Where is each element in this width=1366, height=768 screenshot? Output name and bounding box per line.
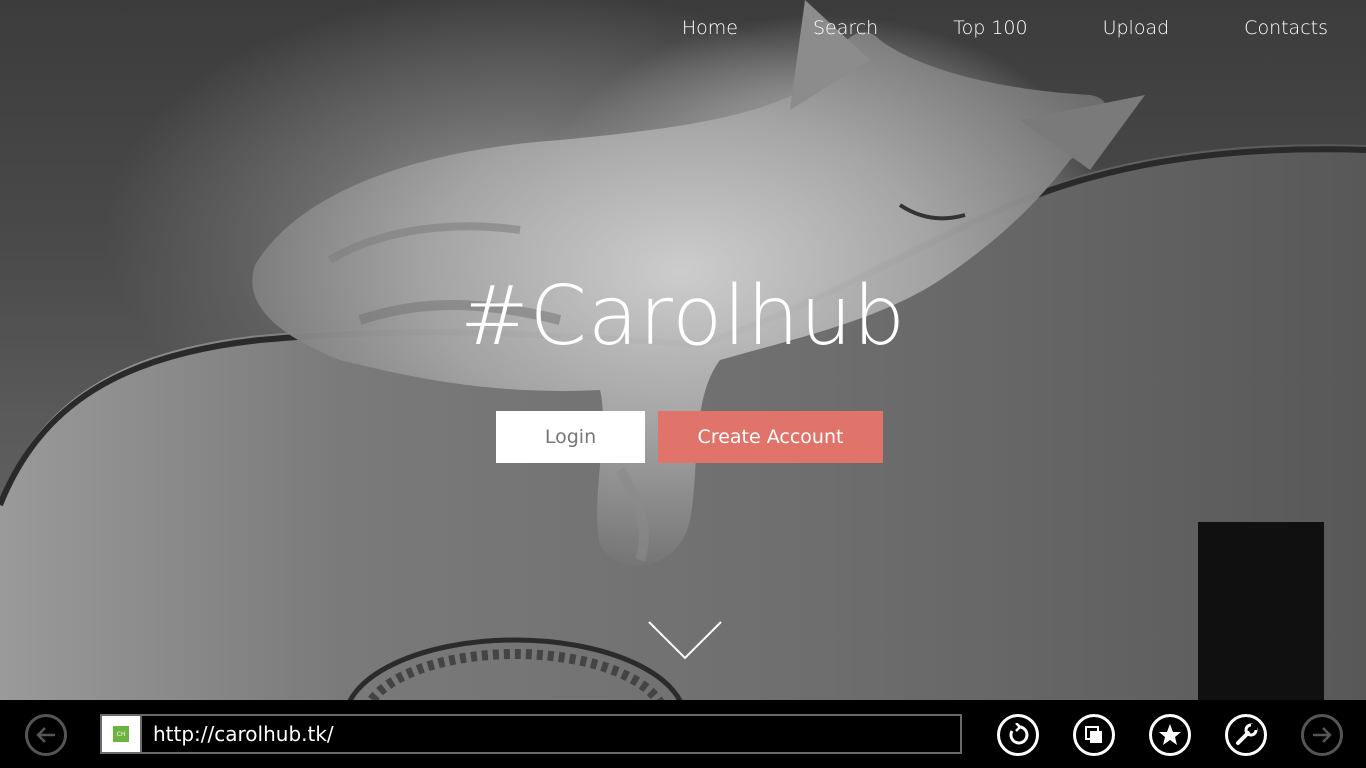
hero-actions: Login Create Account (496, 411, 883, 463)
browser-app-bar: CH (0, 700, 1366, 768)
nav-search[interactable]: Search (738, 14, 878, 42)
nav-upload[interactable]: Upload (1028, 14, 1170, 42)
create-account-button[interactable]: Create Account (658, 411, 883, 463)
favorites-icon (1159, 724, 1181, 745)
scroll-down-chevron-icon[interactable] (647, 620, 723, 662)
forward-icon (1313, 727, 1332, 743)
site-favicon-icon: CH (113, 726, 129, 742)
nav-home[interactable]: Home (607, 14, 738, 42)
tabs-button[interactable] (1073, 714, 1115, 756)
login-button[interactable]: Login (496, 411, 645, 463)
refresh-icon (1009, 723, 1029, 745)
tools-button[interactable] (1225, 714, 1267, 756)
refresh-button[interactable] (997, 714, 1039, 756)
forward-button[interactable] (1301, 714, 1343, 756)
address-bar: CH (100, 714, 962, 754)
nav-top-100[interactable]: Top 100 (878, 14, 1027, 42)
favorites-button[interactable] (1149, 714, 1191, 756)
back-icon (36, 727, 55, 743)
back-button[interactable] (25, 714, 67, 756)
main-nav: Home Search Top 100 Upload Contacts (607, 14, 1328, 42)
webpage-viewport: Home Search Top 100 Upload Contacts #Car… (0, 0, 1366, 700)
wrench-icon (1236, 723, 1258, 745)
tabs-icon (1085, 726, 1102, 743)
nav-contacts[interactable]: Contacts (1169, 14, 1328, 42)
hero-title: #Carolhub (459, 269, 907, 364)
site-favicon-box: CH (102, 716, 142, 752)
url-input[interactable] (142, 715, 960, 753)
